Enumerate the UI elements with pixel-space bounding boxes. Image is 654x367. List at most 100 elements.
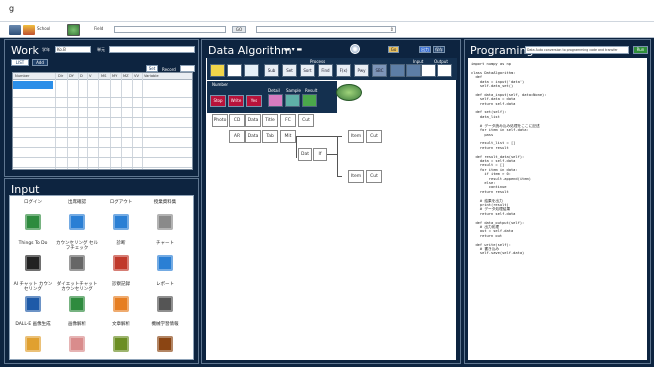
programming-title: Programing xyxy=(470,44,534,57)
empty-tool-slot[interactable] xyxy=(406,64,421,77)
input-item[interactable]: ログアウト xyxy=(100,200,142,240)
work-table[interactable]: Number Dir DY D V MS MY MZ VV Variable xyxy=(12,72,193,170)
table-row[interactable] xyxy=(13,99,192,108)
flow-header-cell[interactable]: CD xyxy=(229,114,245,127)
process-tool-5[interactable]: Pwy xyxy=(354,64,369,77)
input-item[interactable]: ダイエットチャット カウンセリング xyxy=(56,282,98,322)
field-input[interactable] xyxy=(114,26,226,33)
save-button[interactable]: 保存 xyxy=(433,46,445,53)
grade-label: 学年 xyxy=(42,47,50,52)
input-item[interactable]: DALL-E 画像生成 xyxy=(12,322,54,362)
add-button[interactable]: Add xyxy=(32,59,48,66)
input-item-label: 機械学習情報 xyxy=(151,322,179,327)
portrait-icon xyxy=(69,336,85,352)
process-tool-4[interactable]: F(x) xyxy=(336,64,351,77)
output-button[interactable]: 出力 xyxy=(419,46,431,53)
input-item[interactable]: AI チャット カウンセリング xyxy=(12,282,54,322)
process-tool-1[interactable]: Set xyxy=(282,64,297,77)
input-item[interactable]: 出席確認 xyxy=(56,200,98,240)
input-item[interactable]: 画像解析 xyxy=(56,322,98,362)
process-tool-2[interactable]: Sort xyxy=(300,64,315,77)
flow-node[interactable]: Cut xyxy=(366,170,382,183)
list-button[interactable]: LIST xyxy=(11,59,29,66)
process-tool-0[interactable]: Sub xyxy=(264,64,279,77)
input-item-label: 授業資料集 xyxy=(153,200,177,205)
flow-header-cell[interactable]: Cut xyxy=(298,114,314,127)
algorithm-title: Data Algorithm xyxy=(208,44,292,57)
flow-node[interactable]: AR xyxy=(229,130,245,143)
tree-icon[interactable] xyxy=(67,24,80,36)
algo-dropdown-icon[interactable]: ▬ ▾ ▬ xyxy=(284,46,302,53)
flag-icon[interactable] xyxy=(23,25,35,35)
flow-node[interactable]: If xyxy=(313,148,327,161)
table-row[interactable] xyxy=(13,149,192,158)
unit-input[interactable] xyxy=(109,46,195,53)
flow-header-cell[interactable]: Photo xyxy=(212,114,228,127)
flow-node[interactable]: Mit xyxy=(280,130,296,143)
school-input[interactable] xyxy=(35,26,63,33)
flow-node[interactable]: Cut xyxy=(366,130,382,143)
globe-icon[interactable] xyxy=(350,44,360,54)
input-item[interactable]: 授業資料集 xyxy=(144,200,186,240)
input-item-label: DALL-E 画像生成 xyxy=(15,322,51,327)
input-item[interactable]: レポート xyxy=(144,282,186,322)
input-item-label: レポート xyxy=(156,282,174,287)
col-ms: MS xyxy=(101,74,107,78)
input-item[interactable]: チャート xyxy=(144,241,186,281)
input-item[interactable]: 診察記録 xyxy=(100,282,142,322)
input-item[interactable]: 診断 xyxy=(100,241,142,281)
detail-label: Detail xyxy=(268,88,280,93)
result-icon[interactable] xyxy=(302,94,317,107)
write-button[interactable]: Write xyxy=(228,95,244,107)
book-stack-icon xyxy=(157,336,173,352)
main-combo[interactable]: ⇕ xyxy=(256,26,396,33)
flow-connector xyxy=(337,136,342,137)
flow-node[interactable]: Tab xyxy=(262,130,278,143)
brain-icon[interactable] xyxy=(336,84,362,101)
frame-tool-icon[interactable] xyxy=(227,64,242,77)
table-row[interactable] xyxy=(13,139,192,148)
table-row[interactable] xyxy=(13,159,192,168)
flow-node[interactable]: Dat xyxy=(298,148,312,161)
record-input[interactable] xyxy=(180,65,195,72)
input-item[interactable]: 機械学習情報 xyxy=(144,322,186,362)
flow-node[interactable]: Item xyxy=(348,130,364,143)
process-tool-6[interactable]: SBC xyxy=(372,64,387,77)
flow-node[interactable]: Item xyxy=(348,170,364,183)
set-button[interactable]: Set xyxy=(146,65,158,72)
input-item[interactable]: 文章解析 xyxy=(100,322,142,362)
flow-header-cell[interactable]: FC xyxy=(280,114,296,127)
school-icon[interactable] xyxy=(9,25,21,35)
input-item-label: ダイエットチャット カウンセリング xyxy=(56,282,98,292)
selected-row[interactable] xyxy=(13,81,53,89)
person-icon[interactable] xyxy=(268,94,283,107)
table-row[interactable] xyxy=(13,109,192,118)
input-item-label: 診察記録 xyxy=(112,282,130,287)
window-tool-icon[interactable] xyxy=(244,64,259,77)
export-tool-icon[interactable] xyxy=(421,64,436,77)
trash-icon[interactable] xyxy=(437,64,452,77)
go-algo-button[interactable]: Go xyxy=(388,46,399,53)
empty-tool-slot[interactable] xyxy=(390,64,405,77)
run-button[interactable]: Run xyxy=(633,46,648,54)
col-number: Number xyxy=(15,74,30,78)
code-text[interactable]: import numpy as np class DataAlgorithm: … xyxy=(471,62,641,358)
col-vv: VV xyxy=(134,74,139,78)
input-item[interactable]: ログイン xyxy=(12,200,54,240)
process-tool-3[interactable]: Find xyxy=(318,64,333,77)
flow-node[interactable]: Data xyxy=(245,130,261,143)
stop-button[interactable]: Stop xyxy=(210,95,226,107)
input-item[interactable]: カウンセリング セルフチェック xyxy=(56,241,98,281)
table-row[interactable] xyxy=(13,129,192,138)
yes-button[interactable]: Yes xyxy=(246,95,262,107)
input-item[interactable]: Things To Do xyxy=(12,241,54,281)
flow-header-cell[interactable]: Title xyxy=(262,114,278,127)
go-button[interactable]: GO xyxy=(232,26,246,33)
table-row[interactable] xyxy=(13,89,192,98)
grade-input[interactable]: Ko.B xyxy=(55,46,91,53)
table-row[interactable] xyxy=(13,119,192,128)
col-d: D xyxy=(80,74,83,78)
sample-icon[interactable] xyxy=(285,94,300,107)
flow-header-cell[interactable]: Data xyxy=(245,114,261,127)
add-tool-icon[interactable] xyxy=(210,64,225,77)
